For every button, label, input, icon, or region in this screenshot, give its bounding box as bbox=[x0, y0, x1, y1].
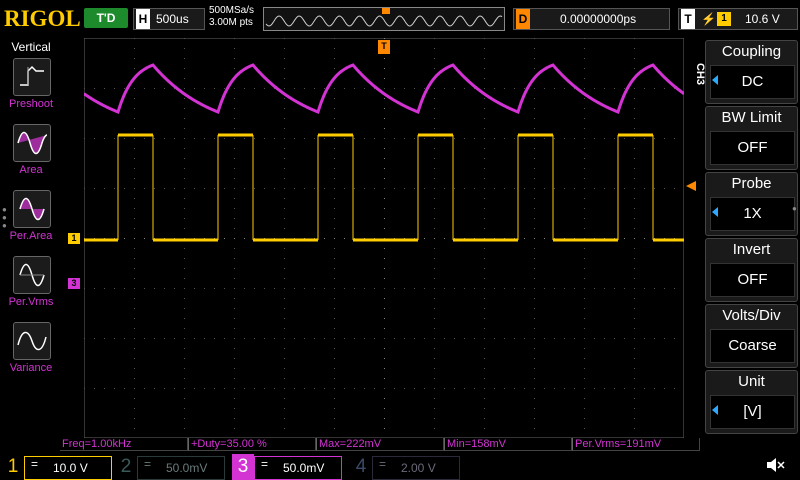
ch4-number: 4 bbox=[355, 456, 367, 477]
memory-overview-strip[interactable] bbox=[263, 7, 505, 31]
memory-overview-wave bbox=[265, 8, 503, 27]
dc-coupling-icon: = bbox=[379, 457, 387, 471]
chevron-left-icon bbox=[712, 207, 718, 217]
acquisition-info: 500MSa/s 3.00M pts bbox=[209, 5, 254, 29]
delay-key: D bbox=[516, 9, 530, 29]
menu-item-value: [V] bbox=[710, 395, 795, 429]
measure-item-label: Preshoot bbox=[8, 98, 54, 110]
measurement-per-vrms[interactable]: Per.Vrms=191mV bbox=[572, 438, 700, 451]
sample-rate: 500MSa/s bbox=[209, 5, 255, 16]
trigger-position-label: T bbox=[381, 41, 387, 51]
measure-item-area[interactable]: Area bbox=[0, 124, 62, 188]
ch3-marker-label: 3 bbox=[71, 278, 77, 288]
menu-item-value: OFF bbox=[710, 131, 795, 165]
measure-item-per-area[interactable]: Per.Area bbox=[0, 190, 62, 254]
brand-logo: RIGOL bbox=[4, 6, 81, 31]
trigger-position-marker[interactable]: T bbox=[378, 40, 390, 54]
menu-item-title: Probe bbox=[731, 175, 772, 192]
trigger-box[interactable]: T ⚡ 1 10.6 V bbox=[678, 8, 798, 30]
menu-coupling[interactable]: Coupling DC bbox=[705, 40, 798, 104]
top-status-bar: RIGOL T'D H 500us 500MSa/s 3.00M pts D 0… bbox=[0, 0, 800, 38]
measurement-duty[interactable]: +Duty=35.00 % bbox=[188, 438, 316, 451]
delay-value: 0.00000000ps bbox=[560, 12, 637, 26]
ch2-number: 2 bbox=[120, 456, 132, 477]
rising-edge-icon: ⚡ bbox=[701, 12, 716, 26]
ch2-scale: 50.0mV bbox=[166, 461, 208, 475]
menu-unit[interactable]: Unit [V] bbox=[705, 370, 798, 434]
channel-status-bar: 1 = 10.0 V 2 = 50.0mV 3 = 50.0mV 4 = 2.0… bbox=[0, 452, 800, 480]
ch1-offset-marker[interactable]: 1 bbox=[68, 233, 80, 244]
period-area-icon bbox=[13, 190, 51, 228]
area-icon bbox=[13, 124, 51, 162]
ch1-scale-box: = 10.0 V bbox=[24, 456, 112, 480]
measure-panel: Vertical Preshoot Area Per.Area Per.Vrms… bbox=[0, 38, 62, 438]
horizontal-timebase-box[interactable]: H 500us bbox=[133, 8, 205, 30]
menu-item-value: OFF bbox=[710, 263, 795, 297]
ch2-scale-box: = 50.0mV bbox=[137, 456, 225, 480]
measurement-min[interactable]: Min=158mV bbox=[444, 438, 572, 451]
delay-box[interactable]: D 0.00000000ps bbox=[513, 8, 670, 30]
ch3-number: 3 bbox=[232, 454, 254, 480]
measure-category-title: Vertical bbox=[11, 40, 51, 54]
timebase-value: 500us bbox=[156, 12, 189, 26]
dc-coupling-icon: = bbox=[31, 457, 39, 471]
measure-item-per-vrms[interactable]: Per.Vrms bbox=[0, 256, 62, 320]
ch1-marker-label: 1 bbox=[71, 233, 77, 243]
ch3-scale-box: = 50.0mV bbox=[254, 456, 342, 480]
channel-menu: Coupling DC BW Limit OFF Probe 1X Invert… bbox=[705, 38, 798, 438]
menu-item-value: 1X bbox=[710, 197, 795, 231]
measurement-bar: Freq=1.00kHz +Duty=35.00 % Max=222mV Min… bbox=[60, 438, 700, 452]
chevron-left-icon bbox=[712, 75, 718, 85]
menu-item-title: Invert bbox=[732, 241, 771, 258]
ch1-number: 1 bbox=[7, 456, 19, 477]
menu-item-value: DC bbox=[710, 65, 795, 99]
menu-item-value: Coarse bbox=[710, 329, 795, 363]
variance-icon bbox=[13, 322, 51, 360]
trigger-level-marker[interactable] bbox=[686, 181, 696, 191]
menu-page-indicator: ● bbox=[792, 204, 797, 213]
trigger-source: 1 bbox=[717, 12, 731, 26]
ch1-scale: 10.0 V bbox=[53, 461, 88, 475]
memory-trigger-marker bbox=[382, 8, 390, 14]
menu-item-title: BW Limit bbox=[721, 109, 782, 126]
trigger-key: T bbox=[681, 9, 695, 29]
ch4-scale: 2.00 V bbox=[401, 461, 436, 475]
trigger-status-badge: T'D bbox=[84, 8, 128, 28]
menu-item-title: Coupling bbox=[721, 43, 782, 60]
measure-item-label: Variance bbox=[9, 362, 53, 374]
measurement-max[interactable]: Max=222mV bbox=[316, 438, 444, 451]
ch3-offset-marker[interactable]: 3 bbox=[68, 278, 80, 289]
menu-bw-limit[interactable]: BW Limit OFF bbox=[705, 106, 798, 170]
menu-item-title: Volts/Div bbox=[722, 307, 781, 324]
measure-item-label: Per.Vrms bbox=[8, 296, 54, 308]
menu-invert[interactable]: Invert OFF bbox=[705, 238, 798, 302]
dc-coupling-icon: = bbox=[261, 457, 269, 471]
measure-item-label: Per.Area bbox=[9, 230, 53, 242]
memory-depth: 3.00M pts bbox=[209, 17, 253, 28]
waveform-display[interactable] bbox=[84, 38, 684, 438]
ch4-scale-box: = 2.00 V bbox=[372, 456, 460, 480]
chevron-left-icon bbox=[712, 405, 718, 415]
ch3-scale: 50.0mV bbox=[283, 461, 325, 475]
measure-item-label: Area bbox=[19, 164, 43, 176]
measurement-freq[interactable]: Freq=1.00kHz bbox=[60, 438, 188, 451]
measure-item-variance[interactable]: Variance bbox=[0, 322, 62, 386]
menu-probe[interactable]: Probe 1X bbox=[705, 172, 798, 236]
menu-volts-div[interactable]: Volts/Div Coarse bbox=[705, 304, 798, 368]
scroll-indicator: ● ● ● bbox=[2, 205, 7, 230]
period-vrms-icon bbox=[13, 256, 51, 294]
speaker-muted-icon[interactable] bbox=[764, 454, 786, 476]
menu-item-title: Unit bbox=[738, 373, 765, 390]
preshoot-icon bbox=[13, 58, 51, 96]
measure-item-preshoot[interactable]: Preshoot bbox=[0, 58, 62, 122]
horizontal-key: H bbox=[136, 9, 150, 29]
dc-coupling-icon: = bbox=[144, 457, 152, 471]
trigger-level: 10.6 V bbox=[745, 12, 780, 26]
